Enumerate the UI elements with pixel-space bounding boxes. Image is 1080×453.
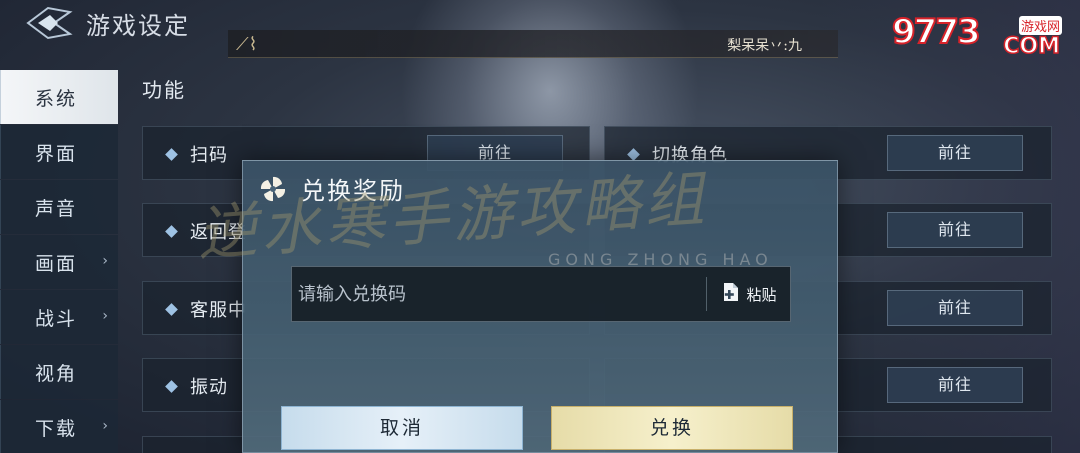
sidebar-item-label: 战斗 xyxy=(35,307,78,330)
sidebar-item-combat[interactable]: 战斗 › xyxy=(0,290,118,344)
right-row-3-go-button[interactable]: 前往 xyxy=(887,290,1023,326)
player-name: 梨呆呆丷:九 xyxy=(727,38,802,54)
switch-character-go-button[interactable]: 前往 xyxy=(887,135,1023,171)
paste-label: 粘贴 xyxy=(746,285,777,304)
sidebar-item-interface[interactable]: 界面 xyxy=(0,125,118,179)
sidebar: 系统 界面 声音 画面 › 战斗 › 视角 下载 › xyxy=(0,70,118,453)
diamond-bullet-icon xyxy=(165,224,178,238)
row-label: 扫码 xyxy=(190,145,228,166)
redeem-button[interactable]: 兑换 xyxy=(551,406,793,450)
sidebar-item-label: 声音 xyxy=(35,197,78,220)
diamond-bullet-icon xyxy=(165,302,178,316)
diamond-bullet-icon xyxy=(627,147,640,161)
redeem-code-field: 粘贴 xyxy=(291,266,791,322)
watermark-number: 9773 xyxy=(891,11,982,53)
pinwheel-icon xyxy=(257,173,289,205)
redeem-dialog: 兑换奖励 粘贴 取消 兑换 xyxy=(242,160,838,453)
right-row-2-go-button[interactable]: 前往 xyxy=(887,212,1023,248)
sidebar-item-sound[interactable]: 声音 xyxy=(0,180,118,234)
paste-icon xyxy=(720,281,742,307)
paste-button[interactable]: 粘贴 xyxy=(706,277,790,311)
section-title: 功能 xyxy=(142,78,186,102)
sidebar-item-label: 下载 xyxy=(35,417,78,440)
chevron-right-icon: › xyxy=(102,308,110,324)
sidebar-item-label: 系统 xyxy=(35,87,78,110)
site-watermark: 9773 游戏网 COM xyxy=(891,11,1062,66)
diamond-bullet-icon xyxy=(165,147,178,161)
row-label: 返回登 xyxy=(190,222,247,243)
chevron-right-icon: › xyxy=(102,253,110,269)
watermark-domain: COM xyxy=(1003,33,1061,60)
diamond-bullet-icon xyxy=(165,379,178,393)
row-label: 客服中 xyxy=(190,300,247,321)
page-title: 游戏设定 xyxy=(86,12,190,40)
sidebar-item-label: 视角 xyxy=(35,362,78,385)
dialog-title: 兑换奖励 xyxy=(301,177,405,205)
sidebar-item-label: 界面 xyxy=(35,142,78,165)
sidebar-item-system[interactable]: 系统 xyxy=(0,70,118,124)
chevron-right-icon: › xyxy=(102,418,110,434)
sidebar-item-label: 画面 xyxy=(35,252,78,275)
player-banner: ⟋⌇ 梨呆呆丷:九 xyxy=(228,30,838,58)
sidebar-item-download[interactable]: 下载 › xyxy=(0,400,118,453)
right-row-4-go-button[interactable]: 前往 xyxy=(887,367,1023,403)
watermark-site: 游戏网 xyxy=(1018,16,1062,35)
sidebar-item-graphics[interactable]: 画面 › xyxy=(0,235,118,289)
redeem-code-input[interactable] xyxy=(292,267,704,321)
cancel-button[interactable]: 取消 xyxy=(281,406,523,450)
row-label: 振动 xyxy=(190,377,228,398)
banner-ornament-icon: ⟋⌇ xyxy=(236,34,258,55)
header: 游戏设定 ⟋⌇ 梨呆呆丷:九 9773 游戏网 COM xyxy=(0,0,1080,60)
sidebar-item-camera[interactable]: 视角 xyxy=(0,345,118,399)
back-logo-icon[interactable] xyxy=(22,4,76,42)
